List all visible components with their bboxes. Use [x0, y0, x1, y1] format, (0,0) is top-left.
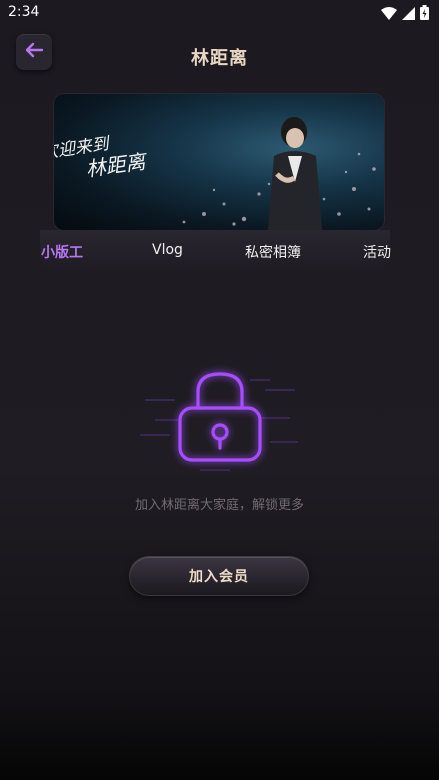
- status-time: 2:34: [8, 4, 40, 20]
- status-icons: [381, 5, 429, 24]
- page-title: 林距离: [191, 48, 248, 69]
- tab-vlog[interactable]: Vlog: [152, 242, 183, 258]
- welcome-banner[interactable]: 欢迎来到 林距离: [54, 94, 384, 230]
- lock-icon: [140, 360, 300, 480]
- tab-activity[interactable]: 活动: [363, 242, 391, 262]
- join-membership-label: 加入会员: [189, 569, 249, 585]
- tab-bar: [40, 230, 390, 268]
- tab-private-album[interactable]: 私密相簿: [245, 242, 301, 262]
- wifi-icon: [381, 5, 397, 24]
- unlock-hint-text: 加入林距离大家庭，解锁更多: [134, 498, 304, 513]
- tab-xiaobangong[interactable]: 小版工: [41, 242, 83, 262]
- status-bar: 2:34: [0, 0, 439, 26]
- join-membership-button[interactable]: 加入会员: [130, 557, 308, 595]
- signal-icon: [402, 5, 415, 24]
- battery-icon: [420, 5, 429, 24]
